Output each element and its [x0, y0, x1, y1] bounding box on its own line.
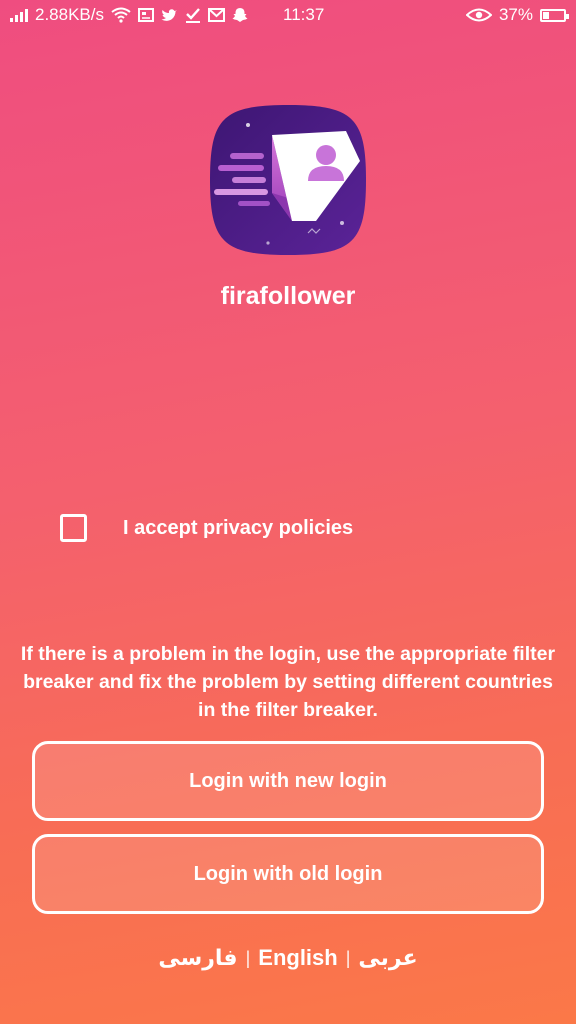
language-switcher: فارسی | English | عربی — [0, 945, 576, 971]
snapchat-icon — [232, 7, 248, 23]
network-speed: 2.88KB/s — [35, 5, 104, 24]
clock: 11:37 — [283, 5, 325, 24]
status-left: 2.88KB/s 11:37 — [10, 5, 324, 25]
app-name: firafollower — [220, 282, 356, 310]
login-old-button[interactable]: Login with old login — [32, 834, 544, 914]
news-icon — [138, 8, 154, 22]
app-logo — [208, 103, 368, 257]
mail-icon — [208, 8, 225, 22]
eye-icon — [465, 8, 492, 22]
language-arabic[interactable]: عربی — [358, 945, 417, 971]
privacy-checkbox[interactable] — [60, 514, 87, 542]
wifi-icon — [111, 7, 131, 23]
login-new-button[interactable]: Login with new login — [32, 741, 544, 821]
language-separator: | — [345, 947, 351, 968]
language-persian[interactable]: فارسی — [158, 945, 237, 971]
signal-icon — [10, 8, 28, 22]
status-bar: 2.88KB/s 11:37 37% — [0, 0, 576, 30]
language-english[interactable]: English — [258, 945, 337, 971]
battery-percent: 37% — [498, 5, 533, 24]
privacy-row[interactable]: I accept privacy policies — [60, 514, 353, 542]
language-separator: | — [245, 947, 251, 968]
login-notice: If there is a problem in the login, use … — [20, 643, 556, 721]
status-right: 37% — [465, 5, 569, 25]
privacy-label[interactable]: I accept privacy policies — [123, 517, 353, 540]
twitter-icon — [161, 8, 178, 22]
battery-icon — [540, 8, 569, 22]
check-icon — [185, 7, 201, 23]
